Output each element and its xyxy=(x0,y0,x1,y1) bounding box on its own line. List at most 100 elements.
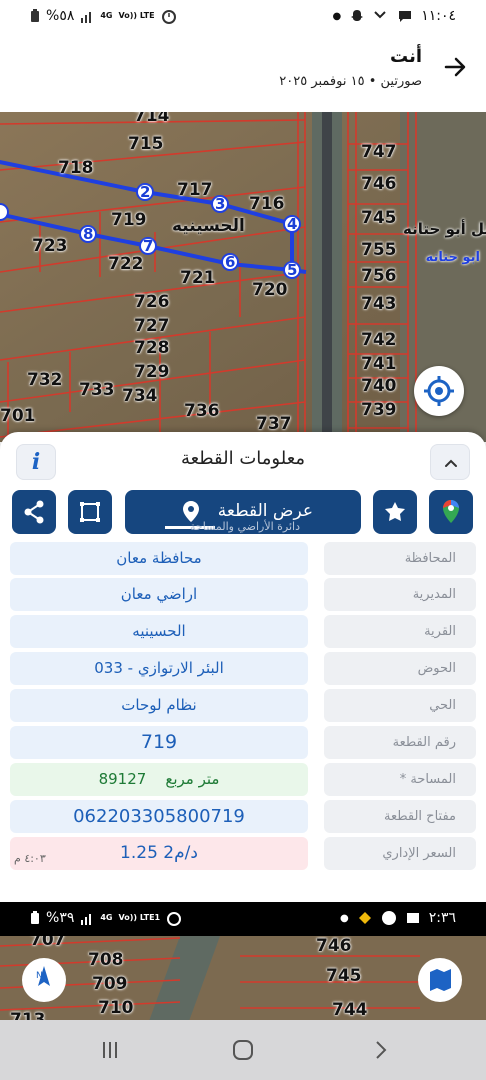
favorite-button[interactable] xyxy=(373,490,417,534)
plot-number: 727 xyxy=(134,316,170,336)
plot-number: 746 xyxy=(316,936,352,956)
row-key: رقم القطعة xyxy=(324,726,476,759)
plot-number: 714 xyxy=(134,112,170,126)
measure-button[interactable] xyxy=(68,490,112,534)
recent-apps-icon[interactable] xyxy=(98,1038,122,1062)
message-icon xyxy=(399,11,412,22)
status-bar: %٥٨ 4G Vo)) LTE ● ١١:٠٤ xyxy=(0,0,486,34)
plot-number: 707 xyxy=(30,936,66,950)
boundary-point: 8 xyxy=(83,225,94,243)
boundary-point: 6 xyxy=(225,253,236,271)
place-label: تل أبو حتانه xyxy=(403,220,486,238)
dot-indicator: ● xyxy=(332,10,342,22)
table-row: المساحة * متر مربع 89127 xyxy=(10,763,476,796)
plot-number: 718 xyxy=(58,158,94,178)
row-value: اراضي معان xyxy=(10,578,308,611)
collapse-button[interactable] xyxy=(430,444,470,480)
gallery-icon xyxy=(406,913,419,923)
row-key: مفتاح القطعة xyxy=(324,800,476,833)
plot-number: 701 xyxy=(0,406,36,426)
compass-button[interactable]: N xyxy=(22,958,66,1002)
boundary-point: 3 xyxy=(215,195,226,213)
locate-button[interactable] xyxy=(414,366,464,416)
parcel-map[interactable]: 2 3 4 5 6 7 8 714 715 718 717 716 719 72… xyxy=(0,112,486,442)
plot-number: 740 xyxy=(361,376,397,396)
plot-number: 716 xyxy=(249,194,285,214)
row-value: 719 xyxy=(10,726,308,759)
plot-number: 723 xyxy=(32,236,68,256)
battery-percent: %٣٩ xyxy=(46,910,75,926)
chevron-up-icon xyxy=(445,459,457,467)
volte-indicator: Vo)) LTE xyxy=(118,11,155,20)
signal-icon xyxy=(81,914,92,925)
network-type: 4G xyxy=(100,11,113,20)
screen: %٥٨ 4G Vo)) LTE ● ١١:٠٤ أنت صورتين • ١٥ … xyxy=(0,0,486,1080)
plot-number: 745 xyxy=(361,208,397,228)
boundary-point: 2 xyxy=(140,183,151,201)
row-value: 062203305800719 xyxy=(10,800,308,833)
row-key: الحوض xyxy=(324,652,476,685)
map-preview: 707 708 709 710 713 746 745 744 N xyxy=(0,936,486,1020)
table-row: مفتاح القطعة 062203305800719 xyxy=(10,800,476,833)
status-bar-2: %٣٩ 4G Vo)) LTE1 ● ٢:٣٦ xyxy=(0,902,486,936)
table-row: رقم القطعة 719 xyxy=(10,726,476,759)
plot-number: 743 xyxy=(361,294,397,314)
second-screenshot[interactable]: %٣٩ 4G Vo)) LTE1 ● ٢:٣٦ 707 708 709 710 … xyxy=(0,902,486,1020)
place-label: ابو حتانه xyxy=(425,250,480,265)
row-value: الحسينيه xyxy=(10,615,308,648)
boundary-point: 4 xyxy=(287,215,298,233)
row-key: القرية xyxy=(324,615,476,648)
plot-number: 715 xyxy=(128,134,164,154)
signal-icon xyxy=(81,12,92,23)
sender-name: أنت xyxy=(390,46,422,67)
map-layers-button[interactable] xyxy=(418,958,462,1002)
google-maps-icon xyxy=(443,500,459,523)
plot-number: 726 xyxy=(134,292,170,312)
plot-number: 732 xyxy=(27,370,63,390)
row-value: 1.25 د/م2 xyxy=(10,837,308,870)
plot-number: 744 xyxy=(332,1000,368,1020)
plot-number: 734 xyxy=(122,386,158,406)
plot-number: 713 xyxy=(10,1010,46,1020)
plot-number: 719 xyxy=(111,210,147,230)
area-unit: متر مربع xyxy=(165,770,220,788)
plot-number: 733 xyxy=(79,380,115,400)
plot-number: 736 xyxy=(184,401,220,421)
row-key: المساحة * xyxy=(324,763,476,796)
battery-percent: %٥٨ xyxy=(46,8,75,24)
table-row: المديرية اراضي معان xyxy=(10,578,476,611)
village-label: الحسينيه xyxy=(172,216,245,236)
share-icon xyxy=(24,500,44,524)
panel-title: معلومات القطعة xyxy=(180,448,306,469)
plot-number: 722 xyxy=(108,254,144,274)
google-maps-button[interactable] xyxy=(429,490,473,534)
plot-number: 717 xyxy=(177,180,213,200)
crosshair-icon xyxy=(424,376,454,406)
arrow-right-icon[interactable] xyxy=(442,54,468,80)
row-value: محافظة معان xyxy=(10,542,308,575)
back-icon[interactable] xyxy=(368,1038,392,1062)
table-row: السعر الإداري 1.25 د/م2 xyxy=(10,837,476,870)
boundary-point: 5 xyxy=(287,261,298,279)
polygon-icon xyxy=(80,502,100,522)
svg-text:N: N xyxy=(36,971,43,981)
message-header: أنت صورتين • ١٥ نوفمبر ٢٠٢٥ xyxy=(0,34,486,104)
plot-number: 756 xyxy=(361,266,397,286)
share-button[interactable] xyxy=(12,490,56,534)
navigation-bar xyxy=(0,1020,486,1080)
plot-number: 721 xyxy=(180,268,216,288)
plot-number: 708 xyxy=(88,950,124,970)
show-parcel-label: عرض القطعة xyxy=(217,501,313,521)
table-row: القرية الحسينيه xyxy=(10,615,476,648)
home-icon[interactable] xyxy=(231,1038,255,1062)
plot-number: 728 xyxy=(134,338,170,358)
boundary-point: 7 xyxy=(143,237,154,255)
plot-number: 755 xyxy=(361,240,397,260)
plot-number: 729 xyxy=(134,362,170,382)
plot-number: 739 xyxy=(361,400,397,420)
plot-number: 747 xyxy=(361,142,397,162)
snapchat-icon xyxy=(351,10,364,21)
image-divider xyxy=(0,886,486,902)
plot-number: 737 xyxy=(256,414,292,434)
row-key: المحافظة xyxy=(324,542,476,575)
